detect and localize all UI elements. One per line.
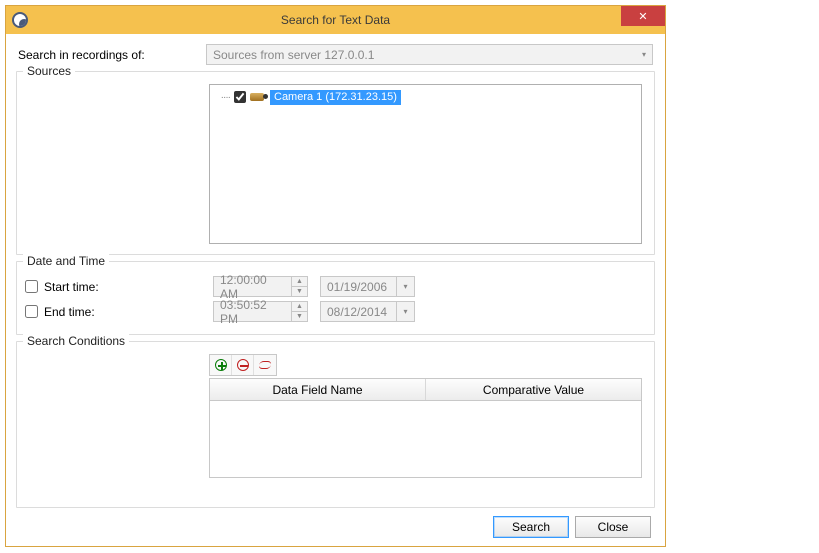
start-time-row: Start time: 12:00:00 AM ▲ ▼ 01/19/2006 ▾ [25, 274, 646, 299]
spin-up-icon[interactable]: ▲ [292, 277, 307, 287]
chevron-down-icon: ▾ [642, 50, 646, 59]
conditions-legend: Search Conditions [23, 334, 129, 348]
close-button[interactable]: Close [575, 516, 651, 538]
sources-tree[interactable]: ···· Camera 1 (172.31.23.15) [209, 84, 642, 244]
datetime-legend: Date and Time [23, 254, 109, 268]
start-date-input[interactable]: 01/19/2006 ▾ [320, 276, 415, 297]
end-time-row: End time: 03:50:52 PM ▲ ▼ 08/12/2014 ▾ [25, 299, 646, 324]
end-time-input[interactable]: 03:50:52 PM ▲ ▼ [213, 301, 308, 322]
search-text-data-dialog: Search for Text Data ✕ Search in recordi… [5, 5, 666, 547]
tree-expander: ···· [214, 92, 230, 103]
start-time-input[interactable]: 12:00:00 AM ▲ ▼ [213, 276, 308, 297]
close-icon: ✕ [638, 10, 647, 23]
search-button[interactable]: Search [493, 516, 569, 538]
close-button-label: Close [598, 520, 629, 534]
server-select-value: Sources from server 127.0.0.1 [213, 48, 374, 62]
server-row: Search in recordings of: Sources from se… [16, 44, 655, 65]
plus-icon [215, 359, 227, 371]
clear-conditions-button[interactable] [254, 355, 276, 375]
titlebar: Search for Text Data ✕ [6, 6, 665, 34]
clear-icon [258, 359, 272, 371]
server-select[interactable]: Sources from server 127.0.0.1 ▾ [206, 44, 653, 65]
column-comparative-value[interactable]: Comparative Value [426, 379, 641, 400]
remove-condition-button[interactable] [232, 355, 254, 375]
chevron-down-icon[interactable]: ▾ [396, 277, 414, 296]
source-checkbox[interactable] [234, 91, 246, 103]
tree-row[interactable]: ···· Camera 1 (172.31.23.15) [214, 89, 637, 105]
start-date-value: 01/19/2006 [327, 280, 387, 294]
end-time-value: 03:50:52 PM [220, 298, 285, 326]
search-button-label: Search [512, 520, 550, 534]
start-time-label: Start time: [44, 280, 99, 294]
column-field-name[interactable]: Data Field Name [210, 379, 426, 400]
spin-up-icon[interactable]: ▲ [292, 302, 307, 312]
add-condition-button[interactable] [210, 355, 232, 375]
spin-down-icon[interactable]: ▼ [292, 312, 307, 321]
grid-header: Data Field Name Comparative Value [210, 379, 641, 401]
start-time-checkbox[interactable] [25, 280, 38, 293]
conditions-grid[interactable]: Data Field Name Comparative Value [209, 378, 642, 478]
end-time-label: End time: [44, 305, 95, 319]
start-time-value: 12:00:00 AM [220, 273, 285, 301]
end-date-value: 08/12/2014 [327, 305, 387, 319]
conditions-fieldset: Search Conditions Data Field Name [16, 341, 655, 508]
sources-fieldset: Sources ···· Camera 1 (172.31.23.15) [16, 71, 655, 255]
end-time-checkbox[interactable] [25, 305, 38, 318]
datetime-fieldset: Date and Time Start time: 12:00:00 AM ▲ … [16, 261, 655, 335]
spin-down-icon[interactable]: ▼ [292, 287, 307, 296]
window-title: Search for Text Data [6, 13, 665, 27]
conditions-toolbar [209, 354, 277, 376]
start-time-spin[interactable]: ▲ ▼ [291, 277, 307, 296]
chevron-down-icon[interactable]: ▾ [396, 302, 414, 321]
source-label[interactable]: Camera 1 (172.31.23.15) [270, 90, 401, 105]
end-time-spin[interactable]: ▲ ▼ [291, 302, 307, 321]
minus-icon [237, 359, 249, 371]
server-label: Search in recordings of: [18, 48, 198, 62]
dialog-footer: Search Close [16, 514, 655, 538]
dialog-content: Search in recordings of: Sources from se… [6, 34, 665, 546]
app-icon [12, 12, 28, 28]
sources-legend: Sources [23, 64, 75, 78]
camera-icon [250, 91, 268, 103]
end-date-input[interactable]: 08/12/2014 ▾ [320, 301, 415, 322]
window-close-button[interactable]: ✕ [621, 6, 665, 26]
